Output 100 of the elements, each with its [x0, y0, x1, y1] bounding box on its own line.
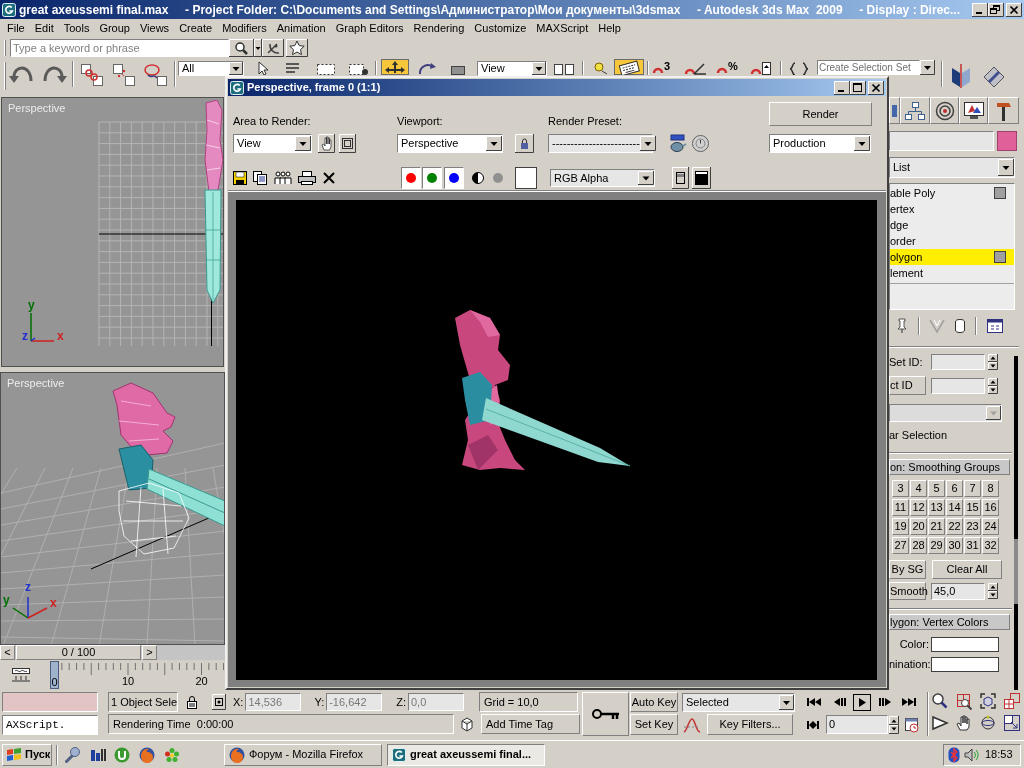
- spinner-icon[interactable]: [988, 377, 998, 394]
- pin-icon[interactable]: [896, 318, 908, 334]
- frame-marker[interactable]: 0: [50, 661, 59, 689]
- panel-tab[interactable]: [900, 97, 930, 124]
- app-icon[interactable]: [230, 80, 244, 95]
- dot-square-icon[interactable]: [212, 694, 226, 710]
- panel-tab[interactable]: [959, 97, 988, 124]
- search-icon[interactable]: [229, 38, 254, 57]
- smoothing-group-button[interactable]: 27: [892, 537, 909, 554]
- magnifier-icon[interactable]: [931, 692, 949, 710]
- skip-end-icon[interactable]: [901, 696, 917, 708]
- panel-tab[interactable]: [988, 97, 1019, 124]
- percent-snap-button[interactable]: %: [716, 61, 746, 75]
- smoothing-group-button[interactable]: 6: [946, 480, 963, 497]
- menu-item[interactable]: Rendering: [408, 21, 470, 35]
- smoothing-group-button[interactable]: 32: [982, 537, 999, 554]
- color-swatch[interactable]: [515, 167, 537, 189]
- fox-globe-icon[interactable]: [139, 746, 155, 763]
- panel-tab[interactable]: [930, 97, 959, 124]
- area-dropdown[interactable]: View: [233, 134, 312, 153]
- checkbox-label[interactable]: ar Selection: [889, 429, 948, 442]
- smoothing-group-button[interactable]: 13: [928, 499, 945, 516]
- coordinate-field[interactable]: -16,642: [326, 693, 383, 711]
- smoothing-group-button[interactable]: 20: [910, 518, 927, 535]
- grip-handle[interactable]: [3, 38, 7, 57]
- menu-item[interactable]: Modifiers: [217, 21, 272, 35]
- curve-toggle-icon[interactable]: [11, 665, 31, 685]
- start-button[interactable]: Пуск: [2, 743, 52, 766]
- auto-smooth-button[interactable]: Smooth: [889, 582, 926, 600]
- u-circle-icon[interactable]: [114, 746, 130, 763]
- hand-icon[interactable]: [318, 134, 335, 153]
- rollout-header[interactable]: lygon: Vertex Colors: [889, 614, 1010, 630]
- grid-squares-icon[interactable]: [1003, 692, 1021, 710]
- square-icon[interactable]: [994, 251, 1006, 263]
- lock-icon[interactable]: [186, 695, 198, 709]
- spinner-icon[interactable]: [889, 715, 899, 734]
- stack-item[interactable]: able Poly: [890, 185, 1014, 201]
- menu-item[interactable]: Animation: [271, 21, 331, 35]
- smoothing-group-button[interactable]: 23: [964, 518, 981, 535]
- flower-icon[interactable]: [164, 746, 180, 763]
- dial-icon[interactable]: [691, 134, 710, 153]
- bars-icon[interactable]: [90, 746, 106, 763]
- smoothing-group-button[interactable]: 3: [892, 480, 909, 497]
- key-set-dropdown[interactable]: Selected: [682, 692, 795, 712]
- track-bar[interactable]: 0 10 20: [50, 661, 226, 689]
- dot-icon[interactable]: [493, 173, 503, 183]
- object-name-field[interactable]: [889, 131, 994, 151]
- menu-item[interactable]: Customize: [469, 21, 532, 35]
- menu-item[interactable]: Group: [94, 21, 135, 35]
- threshold-field[interactable]: 45,0: [931, 582, 985, 600]
- smoothing-group-button[interactable]: 19: [892, 518, 909, 535]
- smoothing-group-button[interactable]: 12: [910, 499, 927, 516]
- time-tag-button[interactable]: Add Time Tag: [481, 714, 580, 734]
- menu-item[interactable]: Help: [593, 21, 626, 35]
- modifier-list-dropdown[interactable]: List: [889, 157, 1015, 178]
- smoothing-group-button[interactable]: 22: [946, 518, 963, 535]
- x-icon[interactable]: [322, 171, 336, 185]
- spinner-icon[interactable]: [988, 583, 998, 599]
- task-button[interactable]: Форум - Mozilla Firefox: [224, 743, 382, 766]
- step-forward-icon[interactable]: [877, 696, 893, 708]
- smoothing-group-button[interactable]: 5: [928, 480, 945, 497]
- stack-item[interactable]: order: [890, 233, 1014, 249]
- filled-window-icon[interactable]: [692, 167, 711, 189]
- speaker-icon[interactable]: [964, 747, 980, 762]
- spinner-icon[interactable]: [988, 354, 998, 370]
- menu-item[interactable]: Views: [134, 21, 175, 35]
- material-dropdown[interactable]: [889, 404, 1002, 422]
- coordinate-field[interactable]: 14,536: [245, 693, 302, 711]
- smoothing-group-button[interactable]: 4: [910, 480, 927, 497]
- close-icon[interactable]: [1006, 2, 1022, 17]
- snap-toggle-button[interactable]: 3: [652, 61, 680, 75]
- smoothing-group-button[interactable]: 24: [982, 518, 999, 535]
- smoothing-group-button[interactable]: 29: [928, 537, 945, 554]
- time-slider-thumb[interactable]: 0 / 100: [16, 645, 141, 660]
- auto-key-button[interactable]: Auto Key: [630, 692, 678, 712]
- smoothing-group-button[interactable]: 11: [892, 499, 909, 516]
- people-icon[interactable]: [273, 171, 293, 185]
- satellite-dish-icon[interactable]: [262, 38, 284, 57]
- nested-squares-icon[interactable]: [339, 134, 356, 153]
- task-button[interactable]: great axeussemi final...: [387, 743, 545, 766]
- printer-icon[interactable]: [298, 171, 316, 185]
- channel-button[interactable]: [422, 167, 442, 189]
- spinner-magnet-icon[interactable]: [750, 61, 774, 75]
- close-icon[interactable]: [868, 80, 884, 95]
- hand-icon[interactable]: [955, 714, 973, 732]
- keyboard-icon[interactable]: [614, 59, 644, 75]
- next-frame-button[interactable]: >: [142, 645, 157, 660]
- triangle-icon[interactable]: [931, 714, 949, 732]
- minimize-icon[interactable]: [972, 2, 988, 17]
- id-field[interactable]: [931, 377, 985, 394]
- smoothing-group-button[interactable]: 15: [964, 499, 981, 516]
- grid-magnifier-icon[interactable]: [955, 692, 973, 710]
- half-circle-icon[interactable]: [472, 172, 484, 184]
- clock-window-icon[interactable]: [904, 716, 920, 733]
- script-listener-field[interactable]: [2, 692, 98, 712]
- cube-icon[interactable]: [458, 715, 476, 733]
- menu-item[interactable]: File: [2, 21, 30, 35]
- select-by-sg-button[interactable]: By SG: [889, 560, 926, 579]
- clear-all-button[interactable]: Clear All: [932, 560, 1002, 579]
- frame-field[interactable]: 0: [826, 715, 888, 734]
